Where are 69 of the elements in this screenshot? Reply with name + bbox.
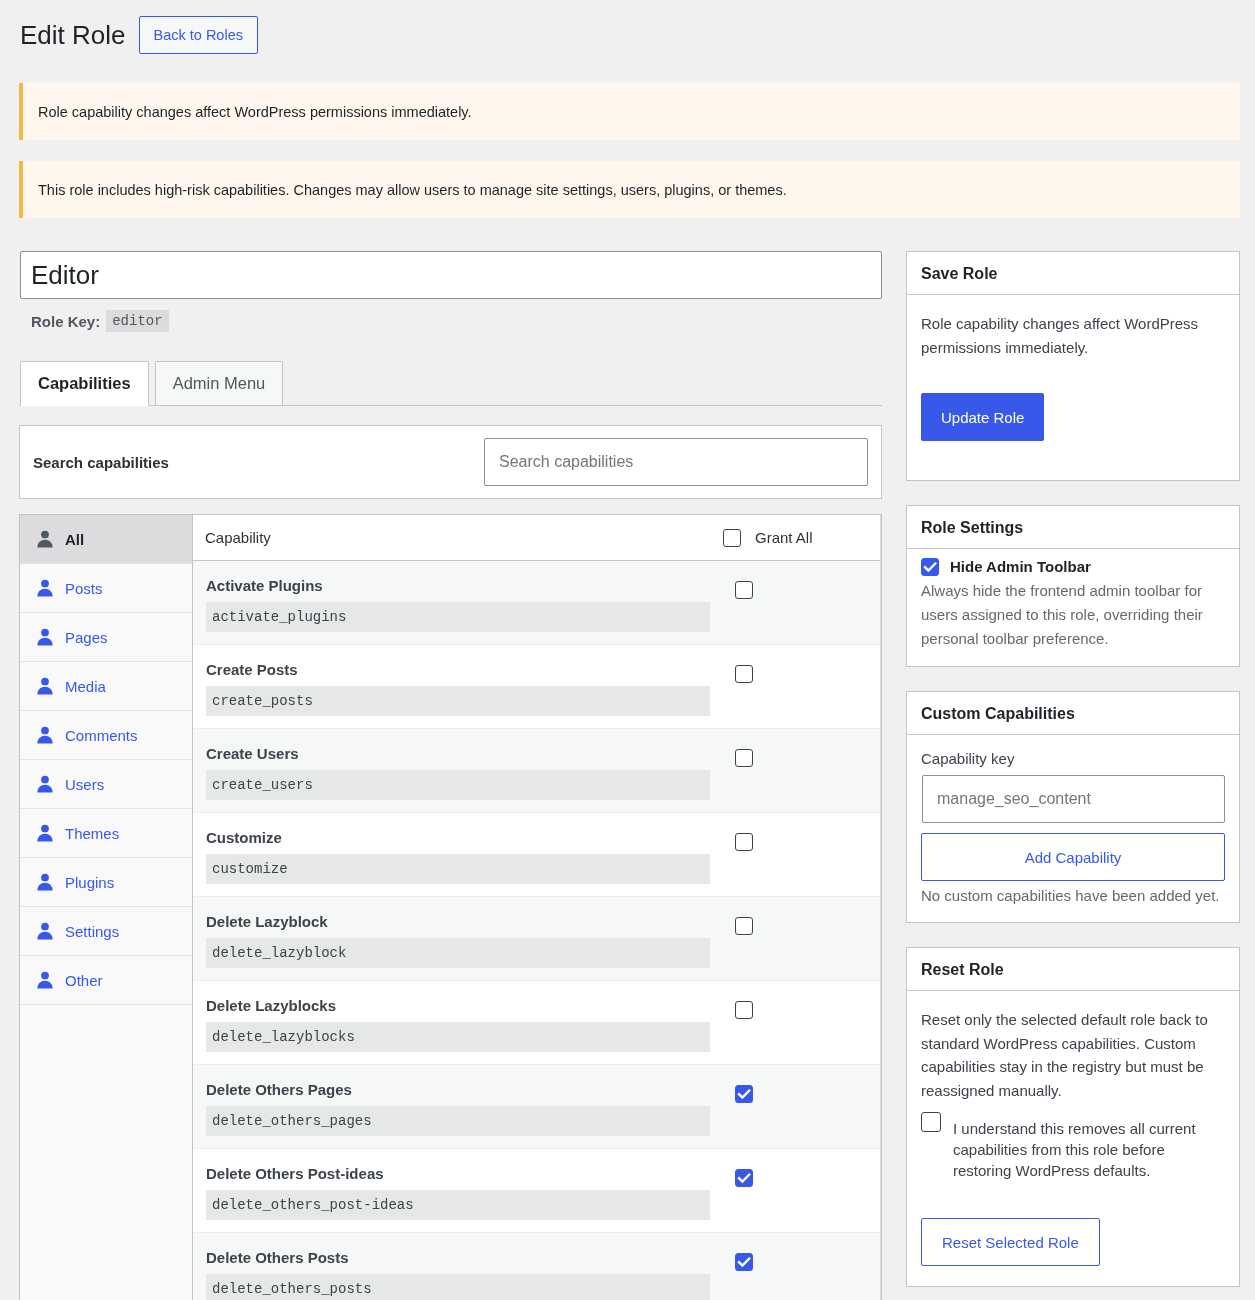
- column-header: Capability: [205, 529, 271, 546]
- role-key: editor: [106, 310, 169, 332]
- user-icon: [36, 775, 54, 793]
- notice: Role capability changes affect WordPress permissions immediately.: [19, 83, 1240, 140]
- category-item[interactable]: All: [20, 515, 192, 564]
- notice: This role includes high-risk capabilities. Changes may allow users to manage site settings, users, plugins, or themes.: [19, 161, 1240, 218]
- option-description: Always hide the frontend admin toolbar for users assigned to this role, overriding their personal toolbar preference.: [921, 581, 1204, 649]
- user-icon: [36, 824, 54, 842]
- tab[interactable]: Admin Menu: [154, 361, 284, 406]
- user-icon: [36, 873, 54, 891]
- capability-key: delete_others_post-ideas: [206, 1190, 710, 1220]
- capability-name: Create Posts: [206, 660, 299, 680]
- capability-name: Customize: [206, 828, 283, 848]
- user-icon: [36, 726, 54, 744]
- search-field[interactable]: Search capabilities: [484, 438, 868, 486]
- confirm-label: I understand this removes all current capabilities from this role before restoring WordPress defaults.: [953, 1119, 1197, 1181]
- capability-key: create_users: [206, 770, 710, 800]
- role-name-field[interactable]: Editor: [20, 251, 882, 299]
- grant-all-checkbox[interactable]: [723, 528, 741, 547]
- add-capability-button[interactable]: Add Capability: [921, 833, 1225, 881]
- capability-checkbox[interactable]: [735, 1169, 753, 1187]
- capability-key: activate_plugins: [206, 602, 710, 632]
- capability-key: create_posts: [206, 686, 710, 716]
- capability-checkbox[interactable]: [735, 1001, 753, 1019]
- option-checkbox[interactable]: [921, 558, 939, 576]
- capability-name: Delete Lazyblock: [206, 912, 329, 932]
- capability-checkbox[interactable]: [735, 665, 753, 683]
- empty-message: No custom capabilities have been added yet.: [921, 886, 1221, 906]
- capability-name: Delete Others Pages: [206, 1080, 353, 1100]
- card-title: Save Role: [907, 252, 1239, 295]
- capability-checkbox[interactable]: [735, 1085, 753, 1103]
- capability-name: Delete Others Posts: [206, 1248, 350, 1268]
- capability-key: delete_others_pages: [206, 1106, 710, 1136]
- capability-key: delete_lazyblock: [206, 938, 710, 968]
- capability-key: delete_lazyblocks: [206, 1022, 710, 1052]
- capability-checkbox[interactable]: [735, 1253, 753, 1271]
- user-icon: [36, 922, 54, 940]
- tab[interactable]: Capabilities: [20, 361, 149, 406]
- capability-checkbox[interactable]: [735, 581, 753, 599]
- card-text: Reset only the selected default role back to standard WordPress capabilities. Custom capabilities stay in the registry but must be reassigned manually.: [921, 1010, 1209, 1101]
- confirm-checkbox[interactable]: [921, 1112, 941, 1132]
- capability-key: delete_others_posts: [206, 1274, 710, 1300]
- update-role-button[interactable]: Update Role: [921, 393, 1045, 441]
- card-title: Custom Capabilities: [907, 692, 1239, 735]
- capability-name: Activate Plugins: [206, 576, 324, 596]
- user-icon: [36, 971, 54, 989]
- capability-key-field[interactable]: manage_seo_content: [922, 775, 1225, 823]
- capability-name: Delete Others Post-ideas: [206, 1164, 385, 1184]
- role-key-label: Role Key:: [31, 312, 101, 330]
- user-icon: [36, 530, 54, 548]
- user-icon: [36, 628, 54, 646]
- field-label: Capability key: [921, 749, 1016, 769]
- user-icon: [36, 579, 54, 597]
- option-label: Hide Admin Toolbar: [950, 557, 1091, 577]
- capability-checkbox[interactable]: [735, 917, 753, 935]
- card-title: Reset Role: [907, 948, 1239, 991]
- capability-name: Delete Lazyblocks: [206, 996, 338, 1016]
- capability-key: customize: [206, 854, 710, 884]
- search-label: Search capabilities: [33, 453, 169, 471]
- grant-all-label: Grant All: [755, 529, 813, 546]
- back-button[interactable]: Back to Roles: [138, 16, 258, 54]
- capability-name: Create Users: [206, 744, 300, 764]
- card-title: Role Settings: [907, 506, 1239, 549]
- page-title: Edit Role: [20, 19, 126, 52]
- capability-checkbox[interactable]: [735, 749, 753, 767]
- reset-role-button[interactable]: Reset Selected Role: [921, 1218, 1100, 1266]
- capability-checkbox[interactable]: [735, 833, 753, 851]
- card-text: Role capability changes affect WordPress permissions immediately.: [921, 314, 1200, 358]
- user-icon: [36, 677, 54, 695]
